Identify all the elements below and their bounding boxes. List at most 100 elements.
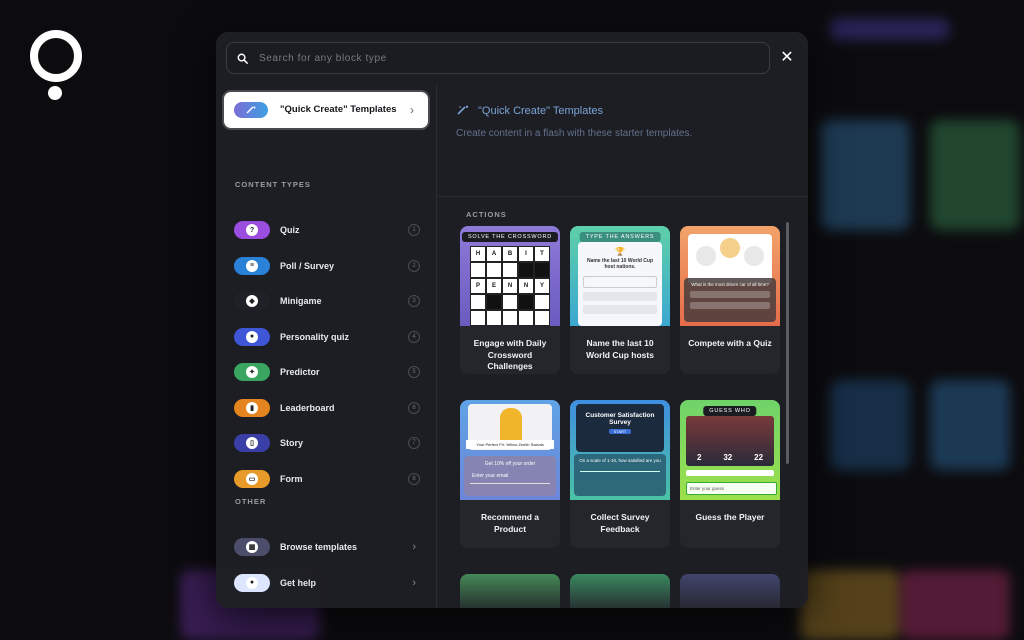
brand-logo [30, 30, 82, 100]
bg-tile [830, 380, 910, 470]
sidebar-item-label: Leaderboard [280, 402, 335, 413]
chevron-right-icon: › [412, 541, 416, 553]
question-panel: 🏆 Name the last 10 World Cup host nation… [578, 242, 662, 326]
icon-glyph: ? [246, 224, 258, 236]
template-card-partial[interactable] [460, 574, 560, 608]
crossword-cell [502, 262, 518, 278]
icon-glyph: ▯ [246, 437, 258, 449]
crossword-cell: N [518, 278, 534, 294]
icon-glyph: ▮ [246, 401, 258, 414]
templates-title-text: "Quick Create" Templates [478, 105, 603, 117]
story-icon: ▯ [234, 434, 270, 452]
answer-row [583, 292, 657, 301]
card-caption: Compete with a Quiz [688, 338, 772, 348]
shortcut-number: 7 [408, 437, 420, 449]
quiz-question-panel: What is the most driven car of all time? [684, 278, 776, 322]
crossword-cell: E [486, 278, 502, 294]
template-card-world-cup[interactable]: TYPE THE ANSWERS 🏆 Name the last 10 Worl… [570, 226, 670, 374]
guesses-bar [686, 470, 774, 476]
logo-ring [30, 30, 82, 82]
card-thumbnail: TYPE THE ANSWERS 🏆 Name the last 10 Worl… [570, 226, 670, 326]
crossword-cell [470, 310, 486, 326]
product-offer-panel: Get 10% off your order Enter your email [464, 456, 556, 496]
crossword-cell [518, 294, 534, 310]
question-icon: ? [234, 221, 270, 239]
quiz-question-text: What is the most driven car of all time? [691, 282, 769, 287]
sidebar-item-label: Story [280, 438, 304, 448]
template-card-partial[interactable] [570, 574, 670, 608]
player-image: 2 32 22 [686, 416, 774, 466]
crossword-cell [470, 262, 486, 278]
card-caption: Recommend a Product [480, 512, 540, 534]
search-input[interactable] [257, 51, 769, 65]
template-card-crossword[interactable]: SOLVE THE CROSSWORD HABIT PENNY Engage wi… [460, 226, 560, 374]
sidebar-item-quiz[interactable]: ? Quiz 1 [234, 218, 420, 242]
template-card-product[interactable]: Your Perfect Fit: Yellow Zenith Sweats G… [460, 400, 560, 548]
search-bar[interactable] [226, 42, 770, 74]
answer-field [583, 276, 657, 288]
templates-title: "Quick Create" Templates [456, 102, 603, 120]
template-card-survey[interactable]: Customer Satisfaction Survey START On a … [570, 400, 670, 548]
person-icon: ● [234, 327, 270, 346]
crossword-cell: I [518, 246, 534, 262]
wand-icon [234, 102, 268, 118]
bg-tile [820, 120, 910, 230]
crossword-cell: B [502, 246, 518, 262]
sidebar-item-personality-quiz[interactable]: ● Personality quiz 4 [234, 325, 420, 349]
sidebar-item-predictor[interactable]: ✦ Predictor 5 [234, 360, 420, 384]
crossword-cell: P [470, 278, 486, 294]
quick-create-label: "Quick Create" Templates [280, 104, 397, 115]
card-caption: Name the last 10 World Cup hosts [586, 338, 654, 360]
crossword-cell [534, 310, 550, 326]
trophy-icon: 🏆 [615, 247, 625, 256]
bg-tile [930, 120, 1020, 230]
crossword-cell [486, 310, 502, 326]
crossword-cell [534, 262, 550, 278]
crossword-grid: HABIT PENNY [470, 246, 550, 326]
other-heading: OTHER [235, 497, 267, 506]
sidebar-item-browse-templates[interactable]: ▦ Browse templates › [234, 535, 420, 559]
sidebar-item-minigame[interactable]: ◆ Minigame 3 [234, 289, 420, 313]
crossword-cell [502, 294, 518, 310]
sidebar-item-get-help[interactable]: ● Get help › [234, 571, 420, 595]
bg-tile [930, 380, 1010, 470]
block-picker-modal: ✕ "Quick Create" Templates › CONTENT TYP… [216, 32, 808, 608]
list-icon: ≡ [234, 256, 270, 275]
player-stat: 2 [696, 453, 702, 462]
sidebar-item-label: Predictor [280, 367, 320, 377]
scrollbar[interactable] [786, 222, 789, 464]
quiz-image-panel [688, 234, 772, 284]
icon-glyph: ▦ [246, 541, 258, 553]
card-tag: SOLVE THE CROSSWORD [461, 232, 559, 242]
sidebar-item-leaderboard[interactable]: ▮ Leaderboard 6 [234, 396, 420, 420]
product-figure [500, 408, 522, 444]
sidebar-item-label: Poll / Survey [280, 260, 335, 271]
sidebar-item-label: Form [280, 473, 303, 484]
templates-panel: "Quick Create" Templates Create content … [436, 84, 808, 608]
template-card-partial[interactable] [680, 574, 780, 608]
bg-tile [900, 570, 1010, 640]
survey-title: Customer Satisfaction Survey [585, 412, 655, 426]
crossword-cell [486, 294, 502, 310]
quiz-option [690, 291, 770, 298]
chevron-right-icon: › [412, 576, 416, 589]
crossword-cell: A [486, 246, 502, 262]
sidebar-item-poll-survey[interactable]: ≡ Poll / Survey 2 [234, 254, 420, 278]
sidebar-item-label: Personality quiz [280, 331, 350, 342]
icon-glyph: ▭ [246, 472, 258, 485]
crossword-cell [486, 262, 502, 278]
template-card-guess-player[interactable]: GUESS WHO 2 32 22 Enter your guess Guess… [680, 400, 780, 548]
help-bubble-icon: ● [234, 573, 270, 592]
sidebar-item-form[interactable]: ▭ Form 8 [234, 467, 420, 491]
close-icon[interactable]: ✕ [778, 49, 796, 67]
sidebar-item-story[interactable]: ▯ Story 7 [234, 431, 420, 455]
actions-heading: ACTIONS [466, 210, 507, 219]
form-icon: ▭ [234, 469, 270, 488]
car-thumbnail [696, 246, 716, 266]
card-thumbnail: Customer Satisfaction Survey START On a … [570, 400, 670, 500]
card-caption: Guess the Player [695, 512, 765, 522]
quick-create-templates-button[interactable]: "Quick Create" Templates › [224, 92, 428, 128]
shortcut-number: 8 [408, 472, 420, 485]
crossword-cell [502, 310, 518, 326]
template-card-quiz[interactable]: What is the most driven car of all time?… [680, 226, 780, 374]
